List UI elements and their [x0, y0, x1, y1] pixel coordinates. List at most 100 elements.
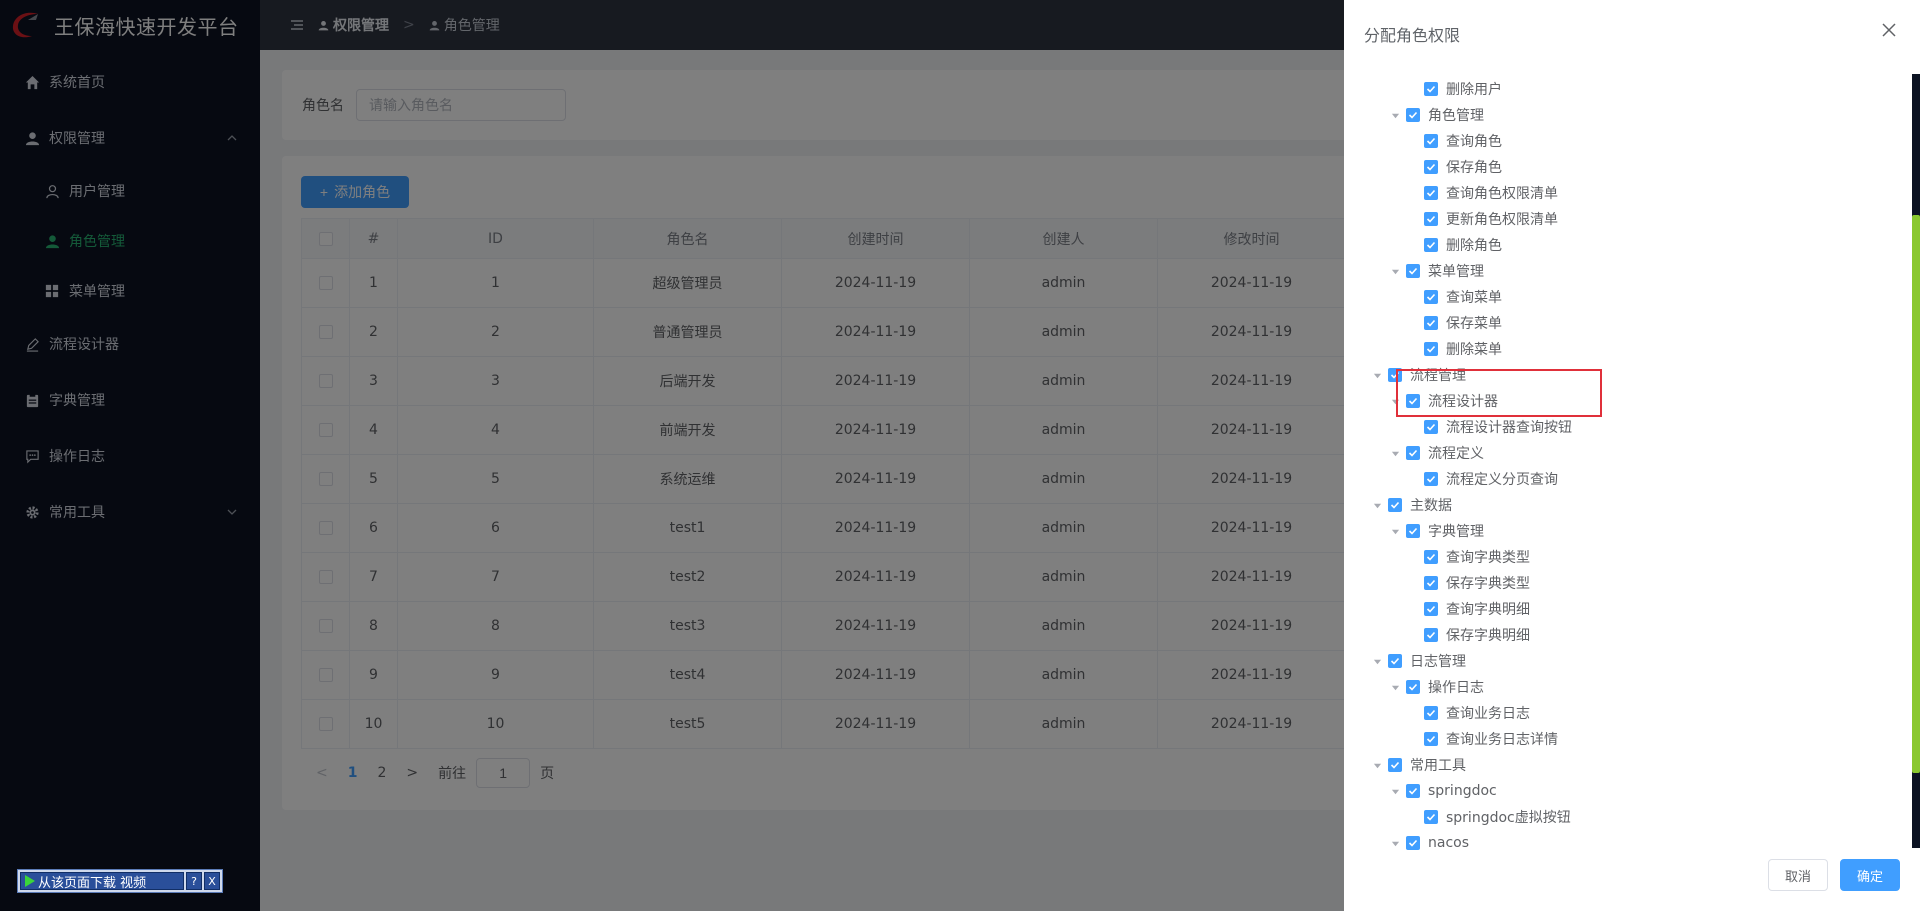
video-download-bar: 从该页面下载 视频 ? X	[17, 869, 223, 893]
caret-down-icon[interactable]	[1368, 366, 1386, 384]
tree-node-label: 操作日志	[1428, 680, 1484, 696]
help-button[interactable]: ?	[186, 872, 202, 890]
tree-checkbox[interactable]	[1424, 342, 1438, 356]
tree-node-label: 流程设计器	[1428, 394, 1498, 410]
caret-down-icon[interactable]	[1386, 834, 1404, 852]
tree-node[interactable]: 日志管理	[1368, 648, 1888, 674]
tree-node[interactable]: 查询业务日志详情	[1368, 726, 1888, 752]
tree-node[interactable]: 主数据	[1368, 492, 1888, 518]
tree-node-label: springdoc虚拟按钮	[1446, 810, 1571, 826]
tree-checkbox[interactable]	[1424, 810, 1438, 824]
tree-node-label: 角色管理	[1428, 108, 1484, 124]
caret-down-icon[interactable]	[1368, 496, 1386, 514]
tree-checkbox[interactable]	[1406, 394, 1420, 408]
tree-node-label: 保存字典明细	[1446, 628, 1530, 644]
tree-checkbox[interactable]	[1406, 108, 1420, 122]
tree-checkbox[interactable]	[1388, 368, 1402, 382]
tree-node-label: 字典管理	[1428, 524, 1484, 540]
tree-node[interactable]: 角色管理	[1368, 102, 1888, 128]
confirm-button[interactable]: 确定	[1840, 859, 1900, 891]
tree-checkbox[interactable]	[1406, 836, 1420, 850]
download-video-button[interactable]: 从该页面下载 视频	[20, 872, 184, 891]
tree-node[interactable]: 保存角色	[1368, 154, 1888, 180]
tree-node[interactable]: 菜单管理	[1368, 258, 1888, 284]
tree-checkbox[interactable]	[1388, 758, 1402, 772]
tree-node[interactable]: springdoc	[1368, 778, 1888, 804]
tree-node-label: 更新角色权限清单	[1446, 212, 1558, 228]
tree-node-label: 保存角色	[1446, 160, 1502, 176]
tree-node[interactable]: 查询角色	[1368, 128, 1888, 154]
tree-checkbox[interactable]	[1406, 524, 1420, 538]
tree-node-label: nacos	[1428, 835, 1470, 851]
tree-node[interactable]: 保存菜单	[1368, 310, 1888, 336]
tree-node-label: 主数据	[1410, 498, 1452, 514]
tree-node-label: 删除用户	[1446, 82, 1502, 98]
tree-node-label: 查询菜单	[1446, 290, 1502, 306]
tree-checkbox[interactable]	[1424, 732, 1438, 746]
tree-node[interactable]: 查询菜单	[1368, 284, 1888, 310]
caret-down-icon[interactable]	[1386, 392, 1404, 410]
caret-down-icon[interactable]	[1368, 756, 1386, 774]
tree-node[interactable]: 查询角色权限清单	[1368, 180, 1888, 206]
tree-checkbox[interactable]	[1406, 446, 1420, 460]
tree-node[interactable]: 保存字典明细	[1368, 622, 1888, 648]
tree-node[interactable]: springdoc虚拟按钮	[1368, 804, 1888, 830]
tree-node[interactable]: 流程设计器	[1368, 388, 1888, 414]
caret-down-icon[interactable]	[1386, 444, 1404, 462]
tree-node[interactable]: 保存字典类型	[1368, 570, 1888, 596]
tree-node-label: 保存字典类型	[1446, 576, 1530, 592]
tree-checkbox[interactable]	[1424, 576, 1438, 590]
tree-node-label: 菜单管理	[1428, 264, 1484, 280]
tree-node[interactable]: nacos	[1368, 830, 1888, 856]
tree-checkbox[interactable]	[1424, 550, 1438, 564]
tree-checkbox[interactable]	[1406, 680, 1420, 694]
tree-checkbox[interactable]	[1424, 134, 1438, 148]
tree-checkbox[interactable]	[1424, 290, 1438, 304]
tree-node[interactable]: 操作日志	[1368, 674, 1888, 700]
tree-checkbox[interactable]	[1388, 654, 1402, 668]
permission-tree: 删除用户角色管理查询角色保存角色查询角色权限清单 更新角色权限清单删除角色菜单管理…	[1368, 76, 1888, 856]
tree-node[interactable]: 字典管理	[1368, 518, 1888, 544]
tree-checkbox[interactable]	[1406, 784, 1420, 798]
tree-checkbox[interactable]	[1388, 498, 1402, 512]
close-icon[interactable]	[1880, 21, 1898, 39]
tree-node-label: 查询角色权限清单	[1446, 186, 1558, 202]
tree-checkbox[interactable]	[1424, 316, 1438, 330]
tree-node[interactable]: 常用工具	[1368, 752, 1888, 778]
tree-checkbox[interactable]	[1424, 472, 1438, 486]
tree-node[interactable]: 查询业务日志	[1368, 700, 1888, 726]
tree-checkbox[interactable]	[1424, 602, 1438, 616]
tree-node[interactable]: 流程管理	[1368, 362, 1888, 388]
tree-checkbox[interactable]	[1406, 264, 1420, 278]
tree-node[interactable]: 删除用户	[1368, 76, 1888, 102]
tree-node-label: 常用工具	[1410, 758, 1466, 774]
tree-node[interactable]: 流程设计器查询按钮	[1368, 414, 1888, 440]
app-root: 王保海快速开发平台 系统首页 权限管理 用户管理 角色管理 菜单管	[0, 0, 1920, 911]
tree-node[interactable]: 流程定义	[1368, 440, 1888, 466]
cancel-button[interactable]: 取消	[1768, 859, 1828, 891]
close-bar-button[interactable]: X	[204, 872, 220, 890]
caret-down-icon[interactable]	[1368, 652, 1386, 670]
caret-down-icon[interactable]	[1386, 678, 1404, 696]
tree-node[interactable]: 查询字典明细	[1368, 596, 1888, 622]
scrollbar-thumb[interactable]	[1912, 215, 1920, 773]
caret-down-icon[interactable]	[1386, 782, 1404, 800]
tree-checkbox[interactable]	[1424, 628, 1438, 642]
tree-checkbox[interactable]	[1424, 238, 1438, 252]
tree-checkbox[interactable]	[1424, 212, 1438, 226]
tree-node[interactable]: 查询字典类型	[1368, 544, 1888, 570]
tree-node[interactable]: 删除角色	[1368, 232, 1888, 258]
tree-checkbox[interactable]	[1424, 706, 1438, 720]
tree-node[interactable]: 删除菜单	[1368, 336, 1888, 362]
tree-node-label: 查询业务日志	[1446, 706, 1530, 722]
tree-checkbox[interactable]	[1424, 160, 1438, 174]
tree-checkbox[interactable]	[1424, 186, 1438, 200]
download-label: 从该页面下载 视频	[38, 875, 147, 891]
tree-checkbox[interactable]	[1424, 82, 1438, 96]
tree-node[interactable]: 更新角色权限清单	[1368, 206, 1888, 232]
tree-node[interactable]: 流程定义分页查询	[1368, 466, 1888, 492]
caret-down-icon[interactable]	[1386, 106, 1404, 124]
caret-down-icon[interactable]	[1386, 522, 1404, 540]
caret-down-icon[interactable]	[1386, 262, 1404, 280]
tree-checkbox[interactable]	[1424, 420, 1438, 434]
